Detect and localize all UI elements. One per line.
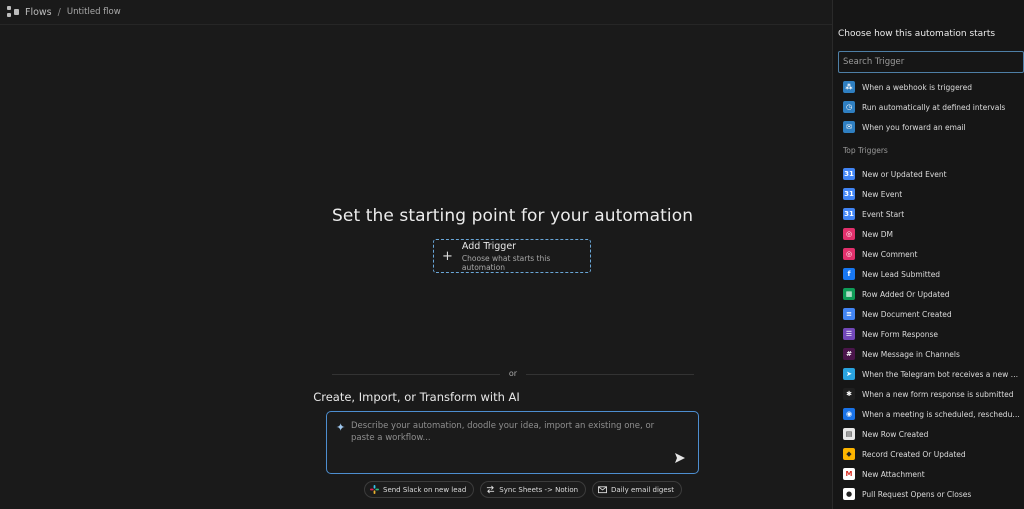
facebook-icon: f: [843, 268, 855, 280]
google-calendar-icon: 31: [843, 208, 855, 220]
trigger-item-label: New Lead Submitted: [862, 269, 941, 279]
mail-icon: ✉: [843, 121, 855, 133]
breadcrumb-current[interactable]: Untitled flow: [67, 7, 121, 17]
trigger-item-label: New Comment: [862, 249, 918, 259]
telegram-icon: ➤: [843, 368, 855, 380]
trigger-item-label: When a meeting is scheduled, reschedule.…: [862, 409, 1021, 419]
plus-icon: +: [442, 248, 453, 264]
trigger-item-label: Record Created Or Updated: [862, 449, 966, 459]
trigger-item[interactable]: ◎ New Comment: [843, 247, 1021, 261]
ai-section-title: Create, Import, or Transform with AI: [313, 390, 520, 404]
panel-title: Choose how this automation starts: [838, 29, 996, 39]
breadcrumb-root[interactable]: Flows: [25, 7, 52, 18]
trigger-item-label: New or Updated Event: [862, 169, 947, 179]
google-sheets-icon: ▦: [843, 288, 855, 300]
send-icon[interactable]: [674, 452, 686, 464]
trigger-item-label: New Event: [862, 189, 903, 199]
airtable-icon: ◆: [843, 448, 855, 460]
trigger-item-label: New Form Response: [862, 329, 939, 339]
clock-icon: ◷: [843, 101, 855, 113]
google-calendar-icon: 31: [843, 168, 855, 180]
breadcrumb-separator: /: [57, 6, 61, 18]
flows-logo-icon[interactable]: [7, 6, 19, 18]
trigger-item[interactable]: ▤ New Row Created: [843, 427, 1021, 441]
trigger-item[interactable]: M New Attachment: [843, 467, 1021, 481]
asterisk-icon: ✱: [843, 388, 855, 400]
trigger-item[interactable]: ✉ When you forward an email: [843, 120, 1021, 134]
trigger-item[interactable]: ● Pull Request Opens or Closes: [843, 487, 1021, 501]
trigger-item[interactable]: ▦ Row Added Or Updated: [843, 287, 1021, 301]
suggestion-chip[interactable]: Daily email digest: [592, 481, 683, 498]
trigger-item-label: When you forward an email: [862, 122, 966, 132]
table-icon: ▤: [843, 428, 855, 440]
trigger-panel: Choose how this automation starts ⁂ When …: [832, 0, 1024, 509]
slack-icon: [370, 485, 379, 494]
trigger-item-label: Event Start: [862, 209, 905, 219]
trigger-item[interactable]: ⁂ When a webhook is triggered: [843, 80, 1021, 94]
trigger-item[interactable]: 31 New or Updated Event: [843, 167, 1021, 181]
sparkle-icon: ✦: [336, 421, 346, 434]
page-title: Set the starting point for your automati…: [332, 206, 694, 226]
trigger-item[interactable]: ◎ New DM: [843, 227, 1021, 241]
suggestion-chips: Send Slack on new lead Sync Sheets -> No…: [364, 481, 683, 498]
trigger-item-label: Pull Request Opens or Closes: [862, 489, 972, 499]
divider: [0, 24, 832, 25]
trigger-item[interactable]: f New Lead Submitted: [843, 267, 1021, 281]
trigger-item[interactable]: ➤ When the Telegram bot receives a new m.…: [843, 367, 1021, 381]
trigger-item[interactable]: # New Message in Channels: [843, 347, 1021, 361]
suggestion-chip[interactable]: Send Slack on new lead: [364, 481, 475, 498]
google-forms-icon: ☰: [843, 328, 855, 340]
suggestion-chip[interactable]: Sync Sheets -> Notion: [480, 481, 587, 498]
trigger-item-label: When the Telegram bot receives a new m..…: [862, 369, 1021, 379]
add-trigger-title: Add Trigger: [461, 240, 517, 252]
add-trigger-subtitle: Choose what starts this automation: [461, 253, 551, 272]
trigger-item-label: When a new form response is submitted: [862, 389, 1014, 399]
swap-arrows-icon: [487, 485, 495, 494]
or-label: or: [508, 369, 518, 378]
trigger-item[interactable]: ≡ New Document Created: [843, 307, 1021, 321]
ai-prompt-box: ✦: [326, 411, 699, 474]
trigger-item-label: New DM: [862, 229, 893, 239]
trigger-item[interactable]: 31 Event Start: [843, 207, 1021, 221]
or-divider: or: [332, 368, 694, 380]
section-label: Top Triggers: [843, 146, 888, 155]
trigger-item-label: Run automatically at defined intervals: [862, 102, 1006, 112]
add-trigger-button[interactable]: + Add Trigger Choose what starts this au…: [433, 239, 591, 273]
trigger-item[interactable]: ◆ Record Created Or Updated: [843, 447, 1021, 461]
mail-icon: [598, 486, 608, 494]
trigger-item[interactable]: ◉ When a meeting is scheduled, reschedule…: [843, 407, 1021, 421]
instagram-icon: ◎: [843, 248, 855, 260]
trigger-item-label: New Message in Channels: [862, 349, 960, 359]
calendly-icon: ◉: [843, 408, 855, 420]
google-docs-icon: ≡: [843, 308, 855, 320]
trigger-item-label: New Document Created: [862, 309, 952, 319]
trigger-item[interactable]: ✱ When a new form response is submitted: [843, 387, 1021, 401]
trigger-item-label: New Attachment: [862, 469, 925, 479]
trigger-item[interactable]: ☰ New Form Response: [843, 327, 1021, 341]
search-trigger-input[interactable]: [838, 51, 1024, 73]
trigger-item[interactable]: ◷ Run automatically at defined intervals: [843, 100, 1021, 114]
gmail-icon: M: [843, 468, 855, 480]
slack-icon: #: [843, 348, 855, 360]
webhook-icon: ⁂: [843, 81, 855, 93]
github-icon: ●: [843, 488, 855, 500]
trigger-item-label: New Row Created: [862, 429, 929, 439]
instagram-icon: ◎: [843, 228, 855, 240]
trigger-item-label: When a webhook is triggered: [862, 82, 972, 92]
trigger-item[interactable]: 31 New Event: [843, 187, 1021, 201]
google-calendar-icon: 31: [843, 188, 855, 200]
top-bar: Flows / Untitled flow: [0, 0, 832, 24]
trigger-item-label: Row Added Or Updated: [862, 289, 950, 299]
ai-prompt-input[interactable]: [351, 420, 671, 450]
